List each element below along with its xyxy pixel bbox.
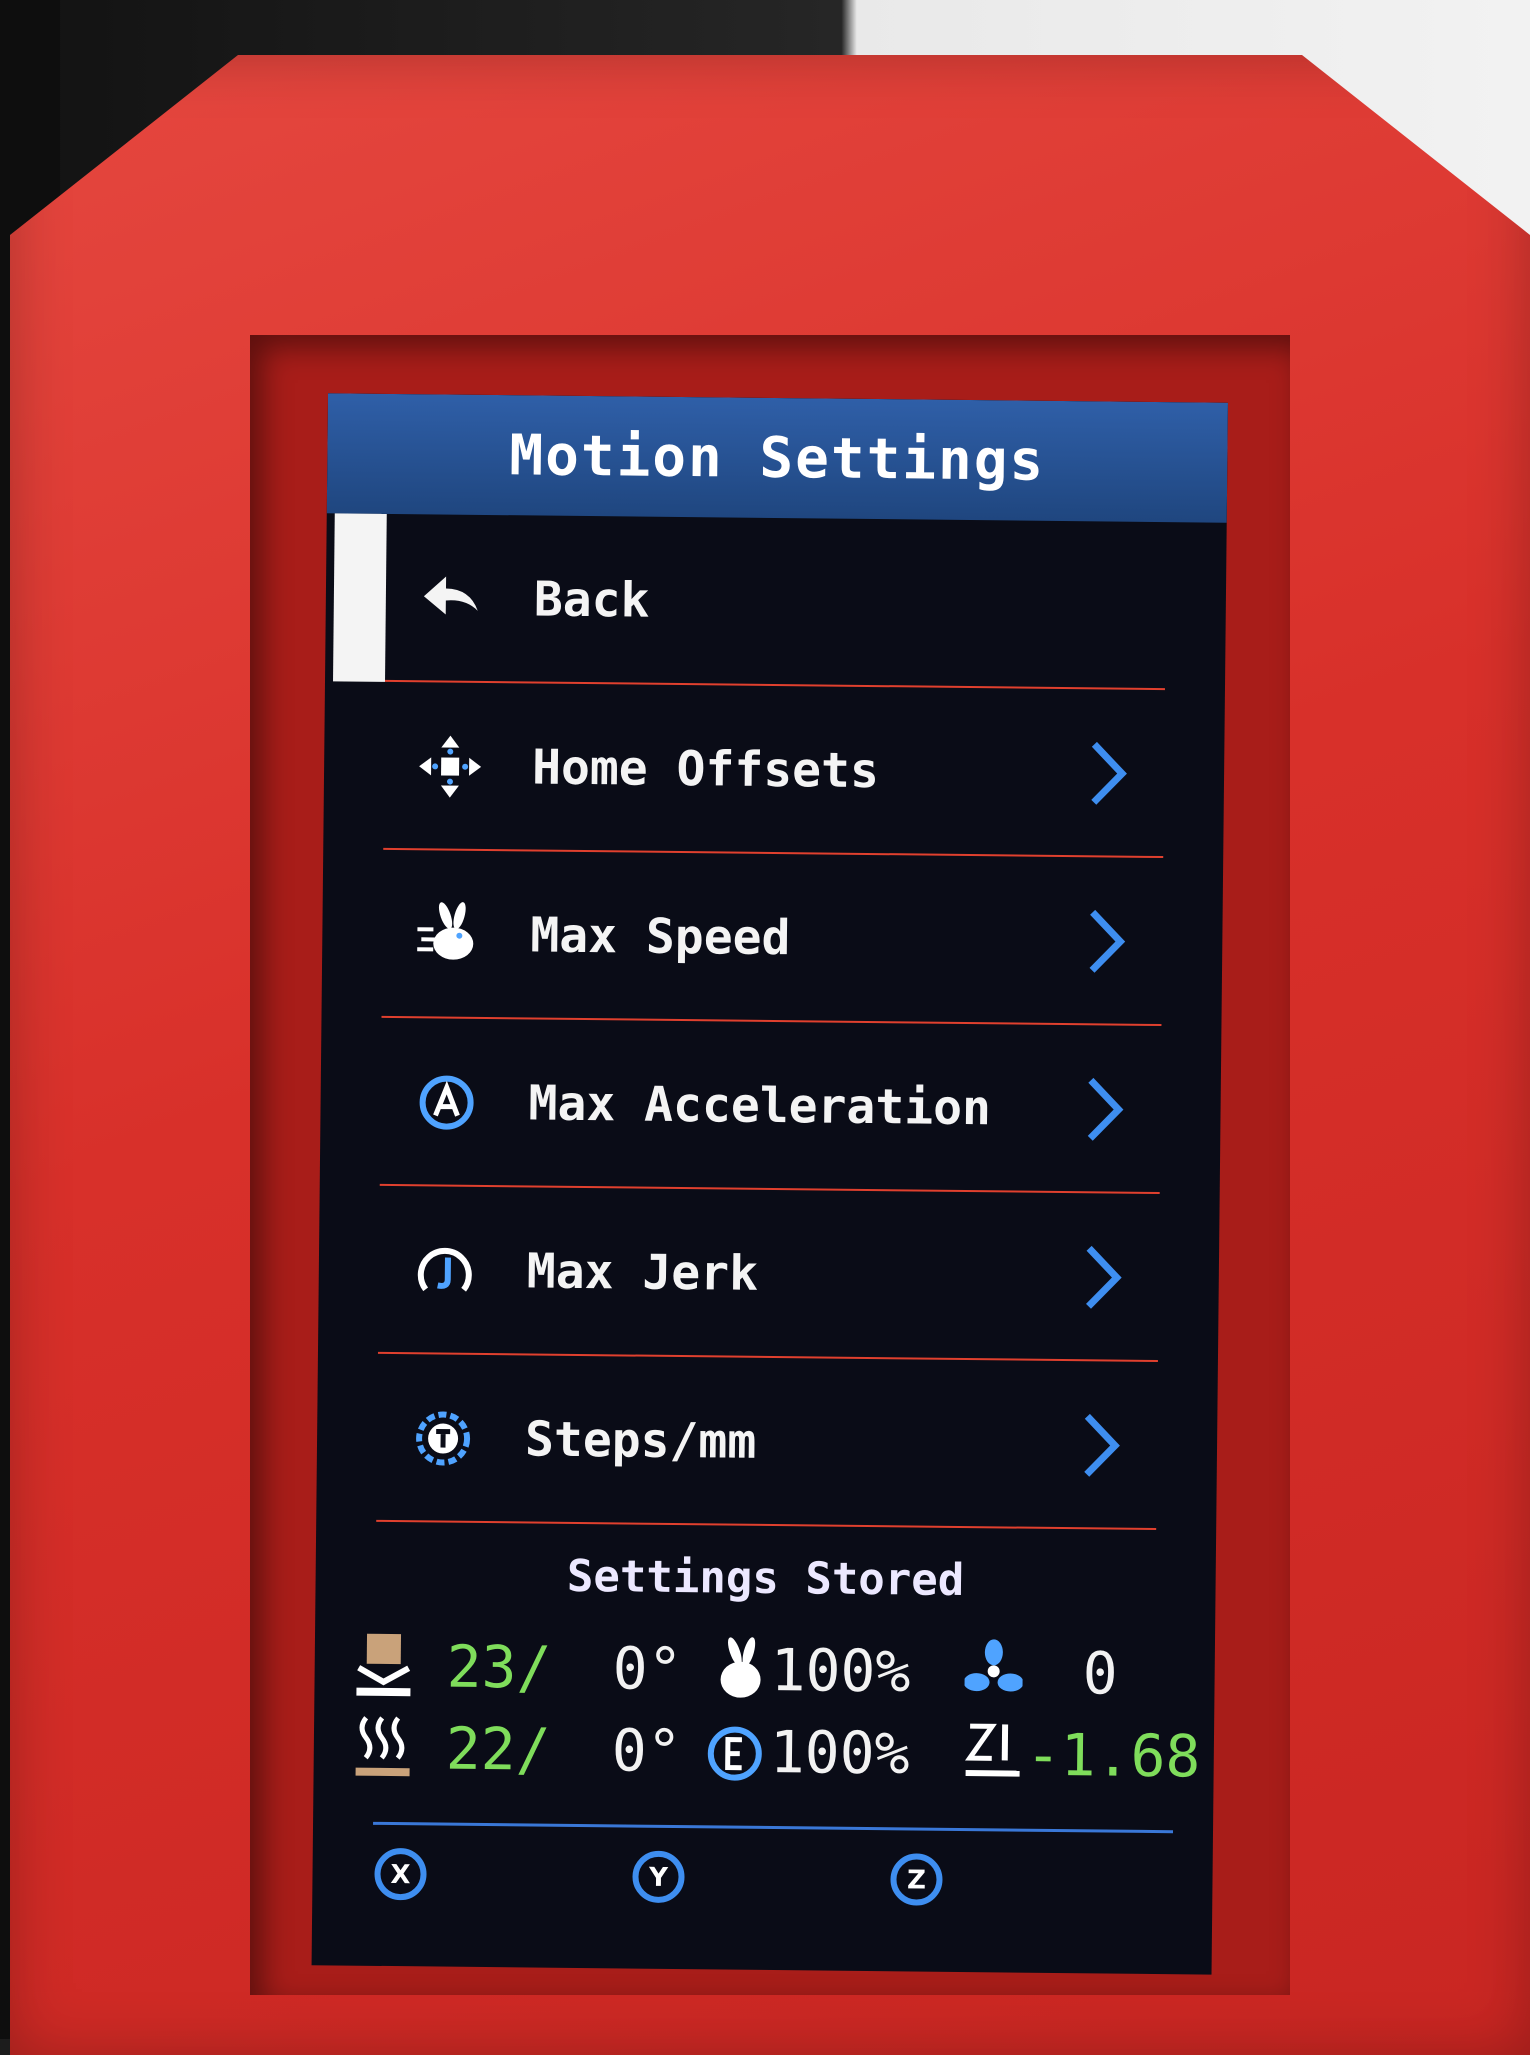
fan-value: 0	[1082, 1639, 1118, 1708]
fan-icon	[964, 1639, 1024, 1692]
menu-label-back: Back	[533, 571, 650, 629]
lcd-screen: Motion Settings Back Home Offsets Max Sp…	[311, 393, 1228, 1975]
menu-item-max-speed[interactable]: Max Speed	[321, 849, 1223, 1027]
menu-item-back[interactable]: Back	[325, 513, 1227, 691]
status-row-hotend: 22/ 0° 100% -1.68	[353, 1704, 1201, 1803]
z-offset-icon	[964, 1723, 1020, 1777]
z-axis-icon[interactable]: Z	[888, 1851, 945, 1908]
rabbit-speed-icon	[414, 900, 483, 969]
flow-e-icon	[707, 1726, 762, 1781]
hotend-temp-current: 22	[445, 1714, 517, 1784]
back-arrow-icon	[418, 564, 487, 633]
z-offset-value: -1.68	[1025, 1720, 1201, 1791]
axis-label-y: Y	[648, 1863, 669, 1893]
steps-icon	[409, 1404, 478, 1473]
menu-label-max-speed: Max Speed	[530, 907, 791, 967]
hotend-heat-icon	[355, 1716, 410, 1777]
menu-item-steps-mm[interactable]: Steps/mm	[316, 1353, 1218, 1531]
menu-item-max-acceleration[interactable]: Max Acceleration	[320, 1017, 1222, 1195]
bed-temp-current: 23	[446, 1632, 517, 1702]
page-title: Motion Settings	[509, 422, 1046, 494]
menu-item-max-jerk[interactable]: Max Jerk	[318, 1185, 1220, 1363]
move-axes-icon	[416, 732, 485, 801]
menu-item-home-offsets[interactable]: Home Offsets	[323, 681, 1225, 859]
acceleration-icon	[412, 1068, 481, 1137]
axis-label-x: X	[390, 1860, 410, 1890]
x-axis-icon[interactable]: X	[372, 1846, 429, 1903]
chevron-right-icon	[1089, 909, 1126, 973]
menu-label-home-offsets: Home Offsets	[531, 739, 880, 800]
y-axis-icon[interactable]: Y	[630, 1849, 687, 1906]
menu-label-max-acceleration: Max Acceleration	[528, 1075, 992, 1137]
chevron-right-icon	[1086, 1245, 1122, 1309]
feedrate-rabbit-icon	[720, 1637, 761, 1698]
menu-label-max-jerk: Max Jerk	[526, 1243, 759, 1302]
jerk-icon	[410, 1236, 479, 1305]
status-message: Settings Stored	[566, 1550, 965, 1607]
menu-label-steps-mm: Steps/mm	[524, 1411, 757, 1470]
chevron-right-icon	[1091, 741, 1127, 805]
selection-indicator	[333, 513, 387, 682]
flow-value: 100%	[769, 1717, 910, 1788]
bed-temp-target: 0°	[612, 1634, 683, 1704]
status-divider	[373, 1821, 1174, 1834]
chevron-right-icon	[1087, 1077, 1124, 1141]
bed-icon	[356, 1633, 411, 1697]
title-bar: Motion Settings	[326, 393, 1228, 523]
hotend-temp-target: 0°	[611, 1716, 683, 1786]
feedrate-value: 100%	[770, 1635, 911, 1706]
divider	[376, 1519, 1157, 1531]
axis-label-z: Z	[907, 1865, 926, 1895]
chevron-right-icon	[1084, 1413, 1120, 1477]
